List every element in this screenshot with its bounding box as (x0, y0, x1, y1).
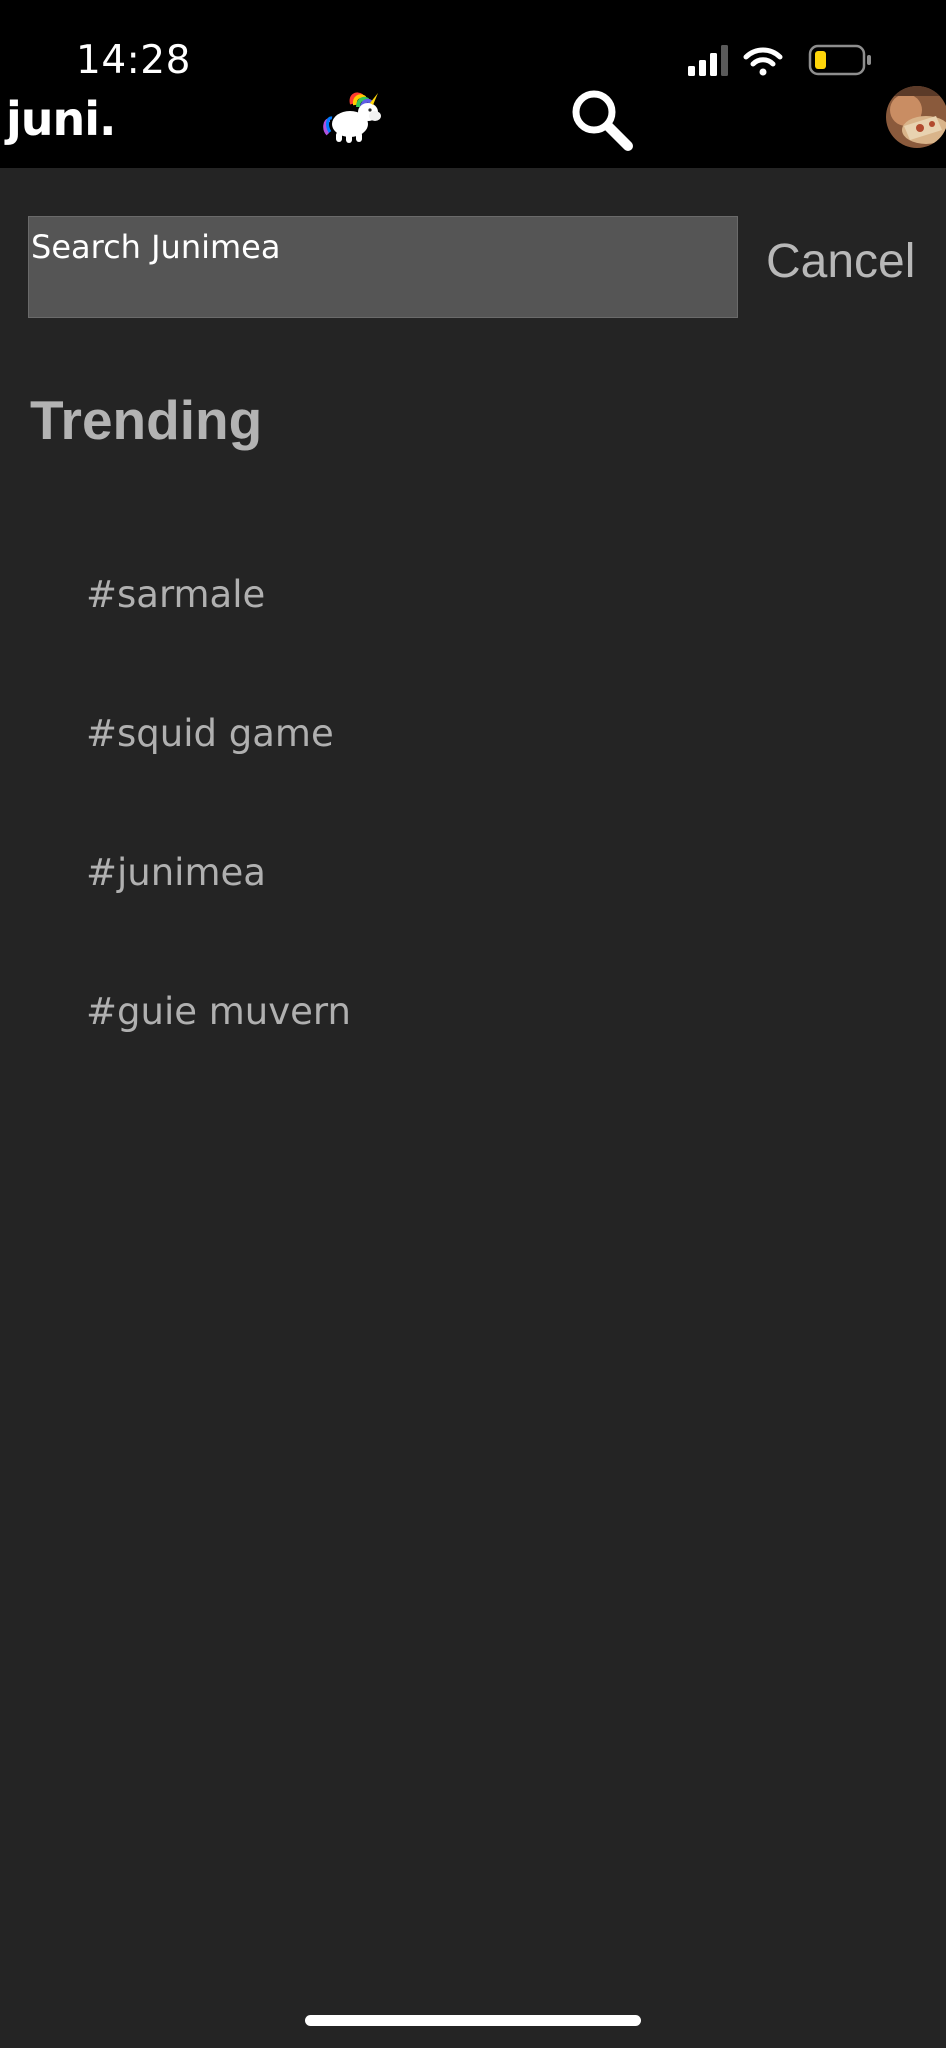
trending-tag-guie-muvern[interactable]: #guie muvern (86, 990, 351, 1033)
cancel-button[interactable]: Cancel (766, 234, 915, 289)
trending-tag-sarmale[interactable]: #sarmale (86, 573, 265, 616)
trending-heading: Trending (30, 389, 263, 451)
home-indicator[interactable] (305, 2015, 641, 2026)
status-icons (688, 44, 871, 76)
trending-tag-squid-game[interactable]: #squid game (86, 712, 334, 755)
signal-icon (688, 45, 728, 76)
top-bar: 14:28 juni. (0, 0, 946, 168)
trending-tag-junimea[interactable]: #junimea (86, 851, 266, 894)
avatar[interactable] (886, 86, 946, 148)
search-input[interactable]: Search Junimea (28, 216, 738, 318)
search-icon[interactable] (566, 84, 638, 156)
battery-icon (808, 44, 871, 76)
wifi-icon (743, 47, 783, 76)
brand-logo-text[interactable]: juni. (6, 92, 117, 146)
status-time: 14:28 (76, 38, 191, 83)
unicorn-logo-icon[interactable] (322, 90, 384, 146)
